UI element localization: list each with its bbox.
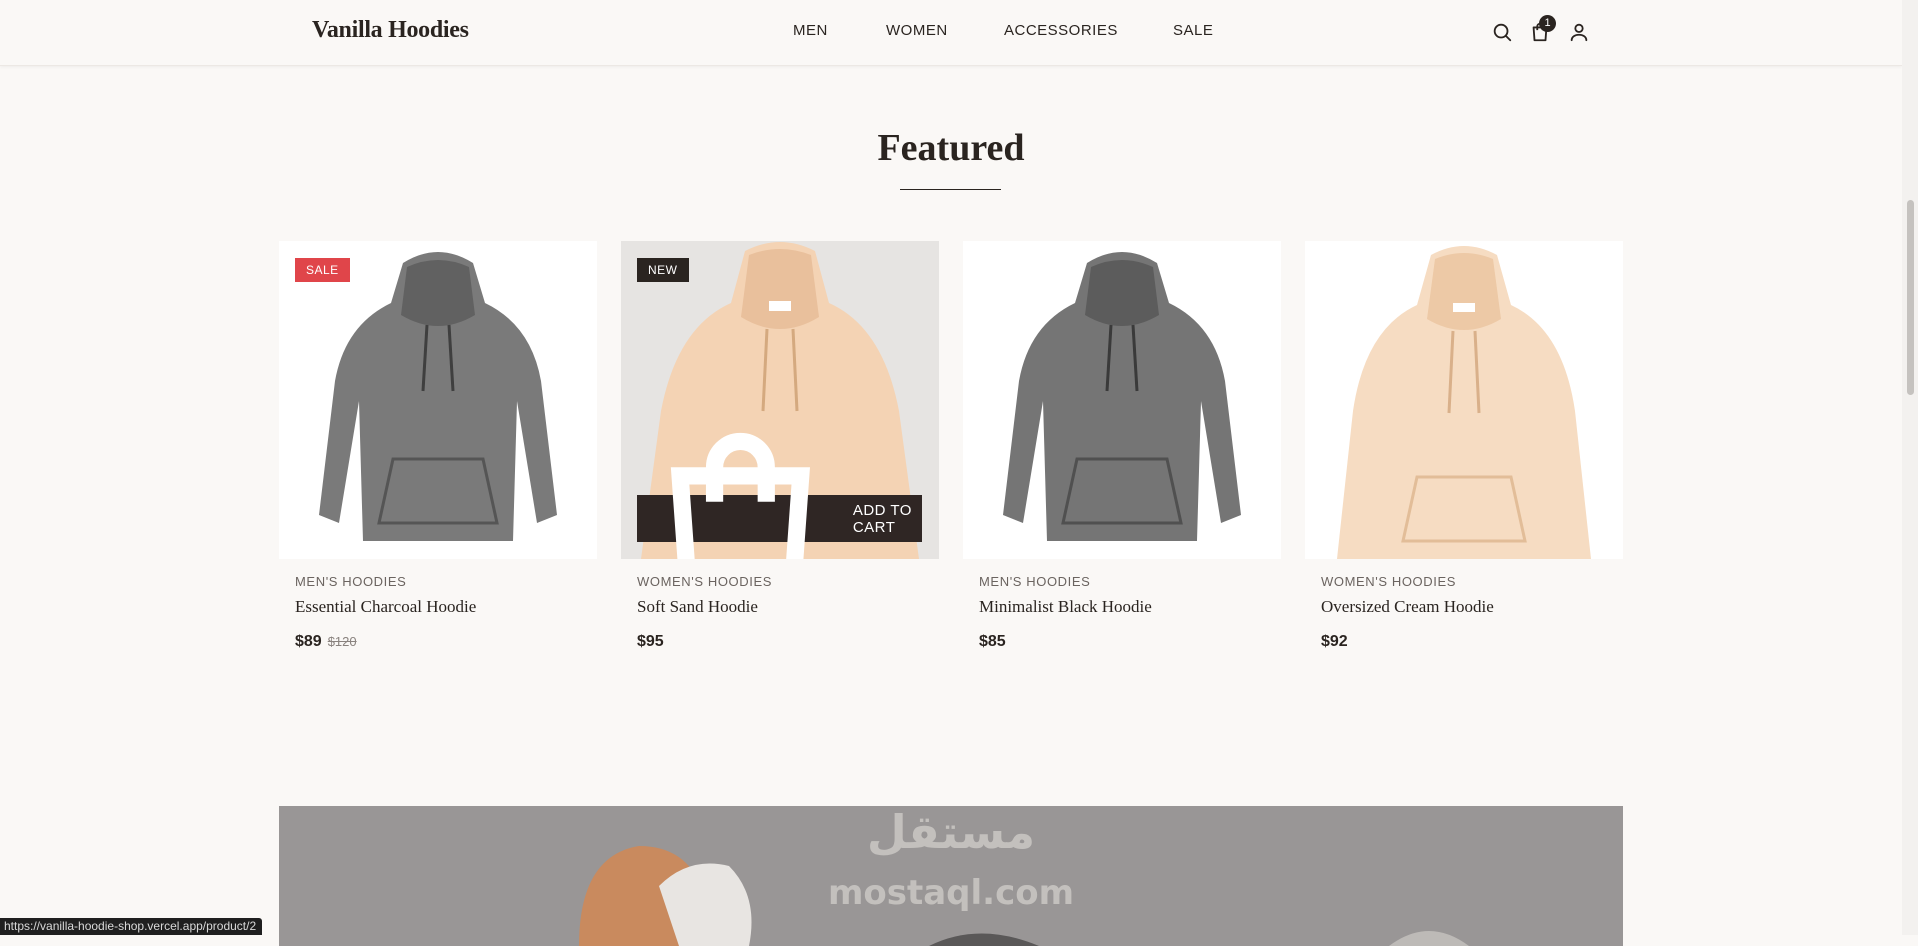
sale-badge: SALE — [295, 258, 350, 282]
site-header: Vanilla Hoodies MEN WOMEN ACCESSORIES SA… — [0, 0, 1902, 66]
user-icon[interactable] — [1568, 21, 1590, 43]
scrollbar-thumb[interactable] — [1907, 200, 1914, 395]
product-card[interactable]: MEN'S HOODIES Minimalist Black Hoodie $8… — [963, 241, 1281, 650]
link-status-bar: https://vanilla-hoodie-shop.vercel.app/p… — [0, 918, 263, 935]
watermark-arabic: مستقل — [867, 806, 1035, 859]
product-card[interactable]: NEW ADD TO CART WOMEN'S HOODIES Soft San… — [621, 241, 939, 650]
hoodie-illustration — [319, 252, 557, 541]
banner-illustration: مستقل mostaql.com — [579, 806, 1469, 946]
nav-accessories[interactable]: ACCESSORIES — [1004, 22, 1118, 39]
product-price: $92 — [1321, 633, 1348, 651]
hoodie-illustration — [1337, 246, 1591, 559]
nav-men[interactable]: MEN — [793, 22, 828, 39]
current-price: $92 — [1321, 633, 1348, 650]
product-price: $85 — [979, 633, 1006, 651]
nav-women[interactable]: WOMEN — [886, 22, 948, 39]
section-title: Featured — [877, 127, 1025, 169]
nav-sale[interactable]: SALE — [1173, 22, 1213, 39]
product-price: $89 $120 — [295, 633, 357, 651]
original-price: $120 — [327, 634, 357, 649]
new-badge: NEW — [637, 258, 689, 282]
current-price: $85 — [979, 633, 1006, 650]
product-card[interactable]: WOMEN'S HOODIES Oversized Cream Hoodie $… — [1305, 241, 1623, 650]
product-image[interactable] — [963, 241, 1281, 559]
title-underline — [900, 189, 1001, 190]
product-image[interactable]: NEW ADD TO CART — [621, 241, 939, 559]
cart-count-badge: 1 — [1539, 15, 1556, 32]
add-to-cart-label: ADD TO CART — [852, 501, 912, 536]
search-icon[interactable] — [1491, 21, 1513, 43]
product-category: MEN'S HOODIES — [979, 574, 1091, 589]
product-price: $95 — [637, 633, 664, 651]
hoodie-illustration — [1003, 252, 1241, 541]
product-name[interactable]: Minimalist Black Hoodie — [979, 597, 1152, 617]
product-category: WOMEN'S HOODIES — [637, 574, 772, 589]
current-price: $95 — [637, 633, 664, 650]
product-image[interactable]: SALE — [279, 241, 597, 559]
brand-logo[interactable]: Vanilla Hoodies — [312, 17, 469, 44]
product-name[interactable]: Essential Charcoal Hoodie — [295, 597, 476, 617]
add-to-cart-button[interactable]: ADD TO CART — [637, 432, 922, 559]
current-price: $89 — [295, 633, 322, 650]
shopping-bag-icon — [670, 432, 810, 559]
product-name[interactable]: Oversized Cream Hoodie — [1321, 597, 1494, 617]
watermark-latin: mostaql.com — [828, 873, 1074, 913]
product-category: MEN'S HOODIES — [295, 574, 407, 589]
product-card[interactable]: SALE MEN'S HOODIES Essential Charcoal Ho… — [279, 241, 597, 650]
scrollbar-track[interactable] — [1902, 0, 1918, 935]
product-image[interactable] — [1305, 241, 1623, 559]
product-name[interactable]: Soft Sand Hoodie — [637, 597, 758, 617]
promo-banner: مستقل mostaql.com — [279, 806, 1623, 946]
product-category: WOMEN'S HOODIES — [1321, 574, 1456, 589]
